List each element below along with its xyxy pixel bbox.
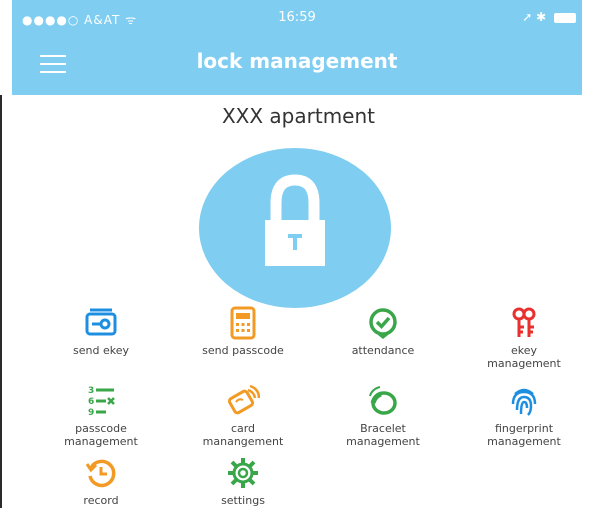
settings-label: settings — [221, 494, 265, 507]
nav-bar: lock management — [12, 38, 582, 90]
passcode-management-button[interactable]: 3 6 9 passcode management — [36, 384, 166, 448]
apartment-name: XXX apartment — [221, 104, 376, 128]
nfc-card-icon — [227, 384, 260, 415]
app-header: ●●●●○ A&AT ᯤ 16:59 ➚ ✱ lock management — [12, 0, 582, 95]
send-ekey-button[interactable]: send ekey — [36, 306, 166, 357]
record-label: record — [83, 494, 119, 507]
page-title: lock management — [196, 49, 398, 73]
attendance-button[interactable]: attendance — [318, 306, 448, 357]
attendance-label: attendance — [351, 344, 415, 357]
fingerprint-icon — [511, 388, 537, 416]
bracelet-management-label: Bracelet management — [346, 422, 420, 448]
record-button[interactable]: record — [36, 456, 166, 507]
send-passcode-label: send passcode — [202, 344, 284, 357]
svg-text:9: 9 — [88, 408, 94, 418]
ekey-card-icon — [85, 308, 117, 336]
status-bar: ●●●●○ A&AT ᯤ 16:59 ➚ ✱ — [12, 0, 582, 38]
battery-icon — [554, 12, 576, 23]
svg-text:3: 3 — [88, 386, 94, 396]
keys-icon — [512, 307, 536, 337]
frame-edge — [0, 95, 2, 508]
status-time: 16:59 — [278, 10, 316, 25]
status-right: ➚ ✱ — [522, 10, 576, 24]
padlock-icon — [265, 174, 325, 266]
settings-button[interactable]: settings — [178, 456, 308, 507]
passcode-management-label: passcode management — [64, 422, 138, 448]
fingerprint-management-label: fingerprint management — [487, 422, 561, 448]
numbered-list-icon: 3 6 9 — [88, 386, 115, 418]
gear-icon — [228, 458, 258, 488]
svg-text:6: 6 — [88, 397, 94, 407]
ekey-management-button[interactable]: ekey management — [459, 306, 589, 370]
unlock-button[interactable] — [199, 148, 391, 308]
status-indicators: ➚ ✱ — [522, 10, 547, 24]
bracelet-icon — [369, 386, 397, 415]
send-passcode-button[interactable]: send passcode — [178, 306, 308, 357]
keypad-icon — [230, 306, 256, 340]
card-management-button[interactable]: card manangement — [178, 384, 308, 448]
card-management-label: card manangement — [202, 422, 284, 448]
send-ekey-label: send ekey — [73, 344, 129, 357]
ekey-management-label: ekey management — [487, 344, 561, 370]
bracelet-management-button[interactable]: Bracelet management — [318, 384, 448, 448]
history-clock-icon — [85, 459, 116, 488]
fingerprint-management-button[interactable]: fingerprint management — [459, 384, 589, 448]
check-circle-icon — [369, 308, 397, 339]
